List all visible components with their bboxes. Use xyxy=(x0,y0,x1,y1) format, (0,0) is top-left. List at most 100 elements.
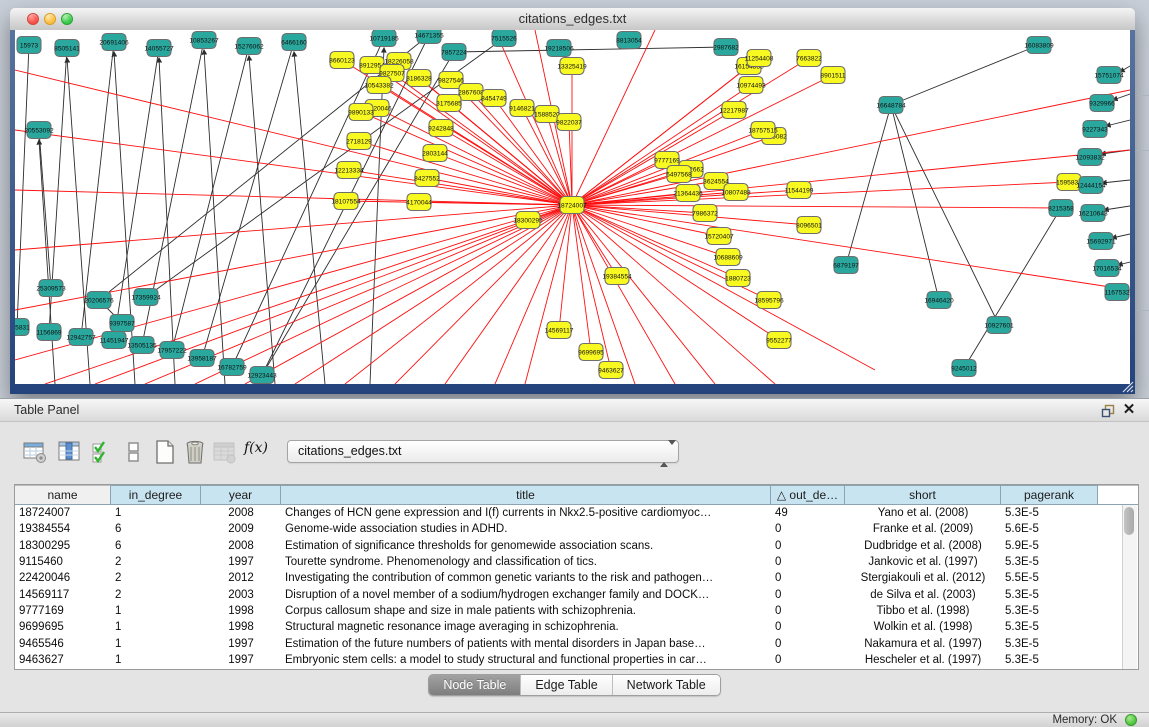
table-row[interactable]: 1830029562008Estimation of significance … xyxy=(15,538,1138,554)
network-node[interactable]: 8186328 xyxy=(406,70,432,87)
network-node[interactable]: 8813054 xyxy=(616,32,642,49)
tab-network-table[interactable]: Network Table xyxy=(613,675,720,695)
network-node[interactable]: 15720407 xyxy=(704,228,734,245)
tab-node-table[interactable]: Node Table xyxy=(429,675,521,695)
network-node[interactable]: 10719185 xyxy=(369,30,399,47)
network-node[interactable]: 8660123 xyxy=(329,52,355,69)
network-node[interactable]: 9890133 xyxy=(348,104,374,121)
network-node[interactable]: 10807488 xyxy=(721,184,751,201)
tab-edge-table[interactable]: Edge Table xyxy=(521,675,612,695)
network-node[interactable]: 1880723 xyxy=(725,270,751,287)
network-node[interactable]: 16946420 xyxy=(924,292,954,309)
table-row[interactable]: 977716911998Corpus callosum shape and si… xyxy=(15,603,1138,619)
network-node[interactable]: 11544199 xyxy=(785,182,814,199)
network-node[interactable]: 12093832 xyxy=(1075,149,1105,166)
network-node[interactable]: 8096501 xyxy=(796,217,822,234)
table-row[interactable]: 1456911722003Disruption of a novel membe… xyxy=(15,586,1138,602)
new-file-icon[interactable] xyxy=(151,438,179,466)
network-node[interactable]: 10688609 xyxy=(713,249,743,266)
network-node[interactable]: 10974493 xyxy=(736,77,766,94)
network-node[interactable]: 18757515 xyxy=(748,122,778,139)
network-node[interactable]: 11254408 xyxy=(745,50,774,67)
network-node[interactable]: 18595796 xyxy=(754,292,784,309)
network-node[interactable]: 12444154 xyxy=(1076,177,1106,194)
network-node[interactable]: 8215358 xyxy=(1048,200,1074,217)
network-node[interactable]: 10853267 xyxy=(189,32,219,49)
network-node[interactable]: 9397587 xyxy=(109,315,135,332)
network-node[interactable]: 8901511 xyxy=(820,67,846,84)
network-node[interactable]: 13505135 xyxy=(127,337,157,354)
network-node[interactable]: 8427552 xyxy=(414,170,440,187)
network-node[interactable]: 11451947 xyxy=(100,332,129,349)
table-row[interactable]: 911546021997Tourette syndrome. Phenomeno… xyxy=(15,554,1138,570)
vertical-scrollbar[interactable] xyxy=(1122,505,1137,669)
function-builder-icon[interactable]: f(x) xyxy=(244,440,276,468)
scrollbar-thumb[interactable] xyxy=(1124,507,1134,535)
network-node[interactable]: 21364436 xyxy=(673,185,703,202)
network-node[interactable]: 1167532 xyxy=(1104,284,1130,301)
network-node[interactable]: 3175685 xyxy=(436,95,462,112)
network-node[interactable]: 19384554 xyxy=(602,268,632,285)
network-node[interactable]: 12923443 xyxy=(247,367,277,384)
network-node[interactable]: 2718129 xyxy=(346,133,372,150)
network-node[interactable]: 19218506 xyxy=(544,40,574,57)
network-node[interactable]: 15692971 xyxy=(1086,233,1116,250)
network-node[interactable]: 9552277 xyxy=(766,332,792,349)
network-node[interactable]: 9822037 xyxy=(556,114,582,131)
network-node[interactable]: 12217987 xyxy=(719,102,749,119)
network-node[interactable]: 17957222 xyxy=(157,342,187,359)
network-node[interactable]: 14671355 xyxy=(414,30,444,44)
network-node[interactable]: 18300295 xyxy=(513,212,543,229)
network-node[interactable]: 18724007 xyxy=(557,197,587,214)
network-node[interactable]: 8454749 xyxy=(481,90,507,107)
network-node[interactable]: 6879197 xyxy=(833,257,859,274)
show-columns-icon[interactable] xyxy=(55,438,83,466)
network-node[interactable]: 2803144 xyxy=(422,145,448,162)
network-node[interactable]: 13958187 xyxy=(187,350,217,367)
network-node[interactable]: 14569117 xyxy=(545,322,574,339)
network-node[interactable]: 13325419 xyxy=(557,58,587,75)
network-node[interactable]: 15276062 xyxy=(234,38,264,55)
column-header-name[interactable]: name xyxy=(15,485,111,504)
network-node[interactable]: 9227343 xyxy=(1082,121,1108,138)
network-canvas[interactable]: 1872400786601238912954182260589827507105… xyxy=(15,30,1130,384)
column-header-year[interactable]: year xyxy=(201,485,281,504)
column-header-pagerank[interactable]: pagerank xyxy=(1001,485,1098,504)
network-node[interactable]: 17359924 xyxy=(131,289,161,306)
column-header-out_de[interactable]: △ out_de… xyxy=(771,485,845,504)
network-node[interactable]: 20691406 xyxy=(99,34,129,51)
network-node[interactable]: 9463627 xyxy=(598,362,624,379)
network-node[interactable]: 9245012 xyxy=(951,360,977,377)
memory-status-led[interactable] xyxy=(1125,714,1137,726)
network-node[interactable]: 7515526 xyxy=(491,30,517,47)
network-node[interactable]: 25309573 xyxy=(36,280,66,297)
network-node[interactable]: 18107554 xyxy=(331,193,361,210)
window-titlebar[interactable]: citations_edges.txt xyxy=(10,8,1135,31)
table-row[interactable]: 969969511998Structural magnetic resonanc… xyxy=(15,619,1138,635)
column-header-in_degree[interactable]: in_degree xyxy=(111,485,201,504)
table-row[interactable]: 1938455462009Genome-wide association stu… xyxy=(15,521,1138,537)
network-node[interactable]: 2987682 xyxy=(713,39,739,56)
network-node[interactable]: 7857224 xyxy=(441,44,467,61)
network-node[interactable]: 16210643 xyxy=(1078,205,1108,222)
column-header-short[interactable]: short xyxy=(845,485,1001,504)
network-node[interactable]: 12213334 xyxy=(334,162,364,179)
table-row[interactable]: 2242004622012Investigating the contribut… xyxy=(15,570,1138,586)
network-node[interactable]: 14055727 xyxy=(144,40,174,57)
network-node[interactable]: 10543382 xyxy=(364,77,394,94)
network-node[interactable]: 20206576 xyxy=(84,292,114,309)
network-node[interactable]: 17016534 xyxy=(1092,260,1122,277)
resize-grip-icon[interactable] xyxy=(1120,379,1134,393)
close-panel-icon[interactable]: ✕ xyxy=(1121,401,1137,419)
network-node[interactable]: 9699695 xyxy=(578,344,604,361)
network-node[interactable]: 9146821 xyxy=(509,100,535,117)
network-node[interactable]: 6466160 xyxy=(281,34,307,51)
network-node[interactable]: 9329966 xyxy=(1089,95,1115,112)
network-node[interactable]: 15751074 xyxy=(1094,67,1124,84)
network-node[interactable]: 15973 xyxy=(17,37,41,54)
float-panel-icon[interactable] xyxy=(1101,404,1115,418)
table-row[interactable]: 1872400712008Changes of HCN gene express… xyxy=(15,505,1138,521)
network-node[interactable]: 16083809 xyxy=(1024,37,1054,54)
column-header-title[interactable]: title xyxy=(281,485,771,504)
network-node[interactable]: 3915831 xyxy=(15,319,30,336)
